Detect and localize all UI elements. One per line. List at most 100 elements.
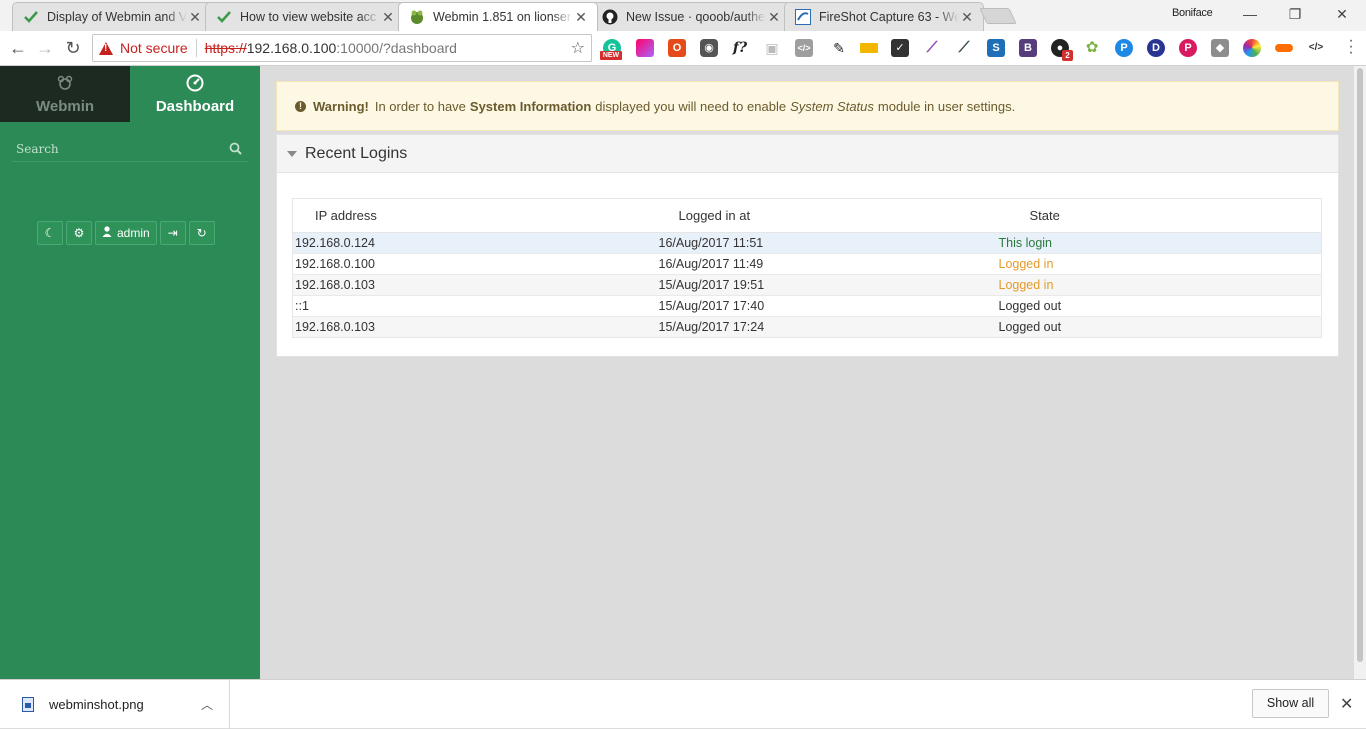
alert-text: displayed you will need to enable	[595, 98, 787, 114]
github-icon	[602, 9, 618, 25]
reload-icon[interactable]: ↻	[62, 37, 84, 59]
close-tab-icon[interactable]: ✕	[573, 9, 589, 26]
chevron-up-icon[interactable]: ︿	[201, 696, 213, 713]
browser-tab[interactable]: New Issue · qooob/authe ✕	[591, 2, 791, 31]
restore-icon[interactable]: ❐	[1285, 4, 1305, 24]
badge-count: 2	[1062, 50, 1073, 61]
scrollbar-thumb[interactable]	[1357, 68, 1363, 662]
image-file-icon	[22, 697, 34, 712]
bootstrap-icon[interactable]: B	[1019, 39, 1037, 57]
collapse-caret-icon[interactable]	[287, 150, 297, 157]
vertical-scrollbar[interactable]	[1354, 66, 1366, 679]
chrome-menu-icon[interactable]: · · ·	[1346, 33, 1356, 61]
html-tag-icon[interactable]: </>	[1307, 39, 1325, 57]
show-all-button[interactable]: Show all	[1252, 689, 1329, 718]
download-file-name[interactable]: webminshot.png	[49, 697, 201, 712]
bookmark-star-icon[interactable]: ☆	[571, 38, 585, 58]
table-row: 192.168.0.124 16/Aug/2017 11:51 This log…	[292, 232, 1322, 254]
webmin-check-icon	[216, 9, 232, 25]
code-icon[interactable]: </>	[795, 39, 813, 57]
close-window-icon[interactable]: ✕	[1332, 4, 1352, 24]
column-header: State	[996, 198, 1322, 233]
download-item[interactable]: webminshot.png ︿	[0, 680, 230, 729]
color-wheel-icon[interactable]	[1243, 39, 1261, 57]
p-icon[interactable]: P	[1115, 39, 1133, 57]
sidebar: Webmin Dashboard ☾ ⚙ admin ⇥ ↻	[0, 66, 260, 679]
table-row: 192.168.0.103 15/Aug/2017 19:51 Logged i…	[292, 274, 1322, 296]
ruler-icon[interactable]	[860, 43, 878, 53]
gradient-icon[interactable]	[636, 39, 654, 57]
state-cell: Logged in	[996, 253, 1322, 275]
alert-bold: System Information	[469, 98, 592, 114]
browser-toolbar: ← → ↻ Not secure https://192.168.0.100:1…	[0, 31, 1366, 66]
back-arrow-icon[interactable]: ←	[7, 37, 29, 59]
ip-cell: 192.168.0.100	[292, 253, 657, 275]
table-row: ::1 15/Aug/2017 17:40 Logged out	[292, 295, 1322, 317]
close-tab-icon[interactable]: ✕	[766, 9, 782, 26]
theme-settings-button[interactable]: ⚙	[66, 221, 92, 245]
alert-text: module in user settings.	[877, 98, 1016, 114]
panel-header[interactable]: Recent Logins	[277, 135, 1338, 173]
feather-icon[interactable]: ⟋	[923, 39, 941, 57]
login-time-cell: 16/Aug/2017 11:51	[656, 232, 997, 254]
eyedropper-icon[interactable]: ⟋	[955, 39, 973, 57]
state-cell: This login	[996, 232, 1322, 254]
pinterest-icon[interactable]: P	[1179, 39, 1197, 57]
search-input[interactable]	[12, 138, 212, 160]
browser-tab[interactable]: FireShot Capture 63 - We ✕	[784, 2, 984, 31]
tab-title: Webmin 1.851 on lionser	[433, 10, 572, 24]
lens-icon[interactable]	[1275, 44, 1293, 52]
tab-webmin[interactable]: Webmin	[0, 66, 130, 122]
minimize-icon[interactable]: —	[1240, 4, 1260, 24]
tab-label: Webmin	[35, 98, 95, 115]
refresh-icon: ↻	[196, 226, 207, 240]
column-header: IP address	[292, 198, 657, 233]
sidebar-actions: ☾ ⚙ admin ⇥ ↻	[37, 221, 215, 245]
ip-cell: 192.168.0.103	[292, 316, 657, 338]
new-tab-button[interactable]	[979, 8, 1017, 24]
close-tab-icon[interactable]: ✕	[959, 9, 975, 26]
browser-tab[interactable]: Display of Webmin and V ✕	[12, 2, 212, 31]
refresh-button[interactable]: ↻	[188, 221, 215, 245]
user-button[interactable]: admin	[95, 221, 157, 245]
address-bar[interactable]: Not secure https://192.168.0.100:10000/?…	[92, 34, 592, 62]
logout-button[interactable]: ⇥	[159, 221, 186, 245]
pen-icon[interactable]: ✎	[830, 39, 848, 57]
s-icon[interactable]: S	[987, 39, 1005, 57]
state-cell: Logged in	[996, 274, 1322, 296]
keeper-icon[interactable]: ◉	[700, 39, 718, 57]
security-status[interactable]: Not secure	[120, 40, 188, 56]
night-mode-button[interactable]: ☾	[37, 221, 63, 245]
alert-text: In order to have	[374, 98, 466, 114]
dashboard-gauge-icon	[186, 74, 204, 92]
browser-tab[interactable]: How to view website acc ✕	[205, 2, 405, 31]
office-icon[interactable]: O	[668, 39, 686, 57]
tab-title: Display of Webmin and V	[47, 10, 187, 24]
browser-tab-active[interactable]: Webmin 1.851 on lionser ✕	[398, 2, 598, 31]
leaf-icon[interactable]: ✿	[1083, 39, 1101, 57]
table-header-row: IP address Logged in at State	[292, 198, 1322, 233]
ip-cell: ::1	[292, 295, 657, 317]
login-time-cell: 16/Aug/2017 11:49	[656, 253, 997, 275]
camera-icon[interactable]: ▣	[763, 39, 781, 57]
forward-arrow-icon[interactable]: →	[34, 37, 56, 59]
box-icon[interactable]: ◆	[1211, 39, 1229, 57]
close-tab-icon[interactable]: ✕	[380, 9, 396, 26]
gears-icon: ⚙	[73, 226, 85, 240]
fireshot-icon	[795, 9, 811, 25]
ip-cell: 192.168.0.124	[292, 232, 657, 254]
close-tab-icon[interactable]: ✕	[187, 9, 203, 26]
table-row: 192.168.0.103 15/Aug/2017 17:24 Logged o…	[292, 316, 1322, 338]
fx-icon[interactable]: f?	[731, 39, 749, 57]
check-icon[interactable]: ✓	[891, 39, 909, 57]
url-text[interactable]: https://192.168.0.100:10000/?dashboard	[205, 40, 457, 56]
logout-icon: ⇥	[167, 226, 178, 240]
login-time-cell: 15/Aug/2017 17:40	[656, 295, 997, 317]
moon-icon: ☾	[44, 226, 56, 240]
ip-cell: 192.168.0.103	[292, 274, 657, 296]
tab-dashboard[interactable]: Dashboard	[130, 66, 260, 122]
close-icon[interactable]: ✕	[1340, 694, 1353, 714]
search-icon[interactable]	[229, 142, 242, 158]
d-icon[interactable]: D	[1147, 39, 1165, 57]
profile-name[interactable]: Boniface	[1172, 7, 1213, 19]
